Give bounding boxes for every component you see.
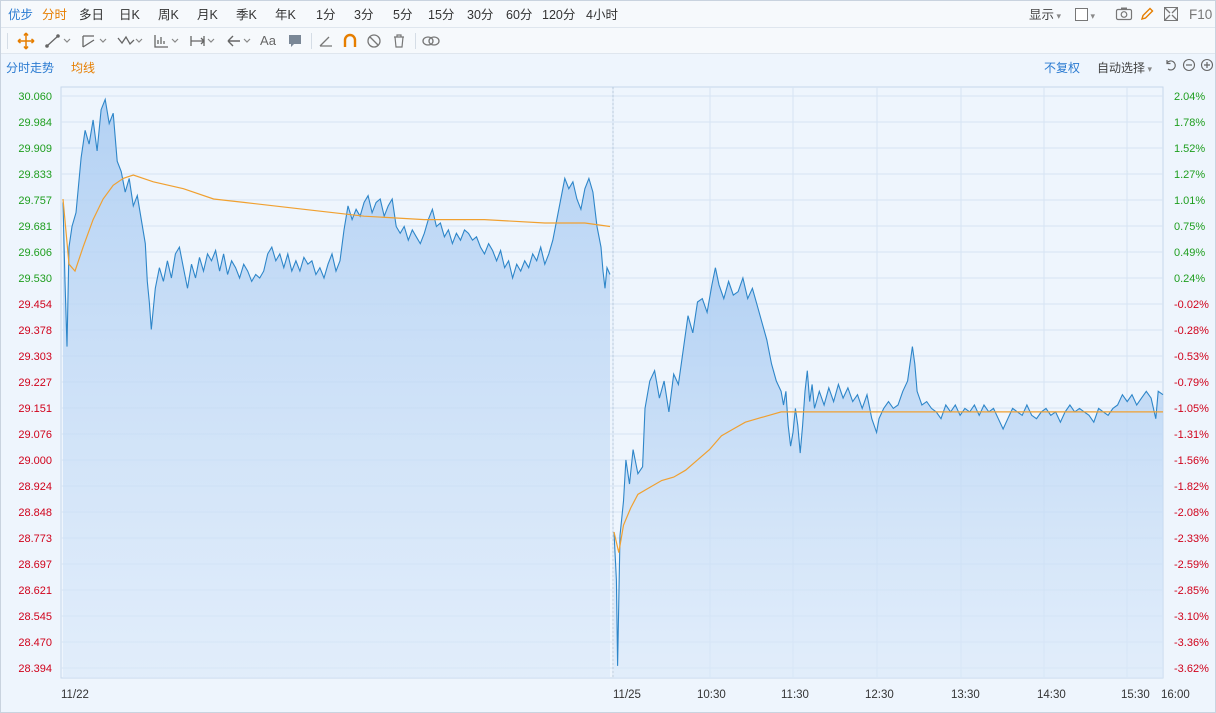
price-tick: 28.697 [18, 559, 52, 571]
price-tick: 29.984 [18, 117, 52, 129]
percent-tick: 1.01% [1174, 195, 1205, 207]
time-tick: 15:30 [1121, 689, 1150, 701]
price-axis: 30.060 29.984 29.909 29.833 29.757 29.681 29.6… [18, 91, 52, 675]
time-tick: 12:30 [865, 689, 894, 701]
percent-tick: 0.75% [1174, 221, 1205, 233]
price-tick: 29.909 [18, 143, 52, 155]
time-tick: 14:30 [1037, 689, 1066, 701]
percent-tick: -2.85% [1174, 585, 1209, 597]
price-tick: 28.924 [18, 481, 52, 493]
percent-tick: 2.04% [1174, 91, 1205, 103]
price-tick: 29.757 [18, 195, 52, 207]
percent-axis: 2.04% 1.78% 1.52% 1.27% 1.01% 0.75% 0.49% 0.24%… [1174, 91, 1209, 675]
price-tick: 28.545 [18, 611, 52, 623]
percent-tick: -0.79% [1174, 377, 1209, 389]
percent-tick: 1.52% [1174, 143, 1205, 155]
time-tick: 11/25 [613, 689, 641, 701]
price-tick: 29.000 [18, 455, 52, 467]
price-tick: 29.076 [18, 429, 52, 441]
percent-tick: -3.10% [1174, 611, 1209, 623]
percent-tick: 1.27% [1174, 169, 1205, 181]
price-tick: 28.394 [18, 663, 52, 675]
percent-tick: -1.56% [1174, 455, 1209, 467]
percent-tick: -2.59% [1174, 559, 1209, 571]
price-tick: 28.773 [18, 533, 52, 545]
intraday-chart[interactable]: 30.060 29.984 29.909 29.833 29.757 29.681 29.6… [1, 1, 1215, 712]
time-tick: 13:30 [951, 689, 980, 701]
price-tick: 29.833 [18, 169, 52, 181]
price-tick: 30.060 [18, 91, 52, 103]
price-tick: 29.530 [18, 273, 52, 285]
price-tick: 29.227 [18, 377, 52, 389]
percent-tick: -1.82% [1174, 481, 1209, 493]
percent-tick: -0.53% [1174, 351, 1209, 363]
time-tick: 11:30 [781, 689, 809, 701]
price-tick: 29.378 [18, 325, 52, 337]
percent-tick: -1.05% [1174, 403, 1209, 415]
time-tick: 16:00 [1161, 689, 1190, 701]
percent-tick: -1.31% [1174, 429, 1209, 441]
percent-tick: -3.36% [1174, 637, 1209, 649]
price-tick: 28.848 [18, 507, 52, 519]
price-tick: 29.454 [18, 299, 52, 311]
price-tick: 29.681 [18, 221, 52, 233]
price-tick: 29.303 [18, 351, 52, 363]
price-tick: 28.470 [18, 637, 52, 649]
time-tick: 10:30 [697, 689, 726, 701]
chart-window: 优步 分时 多日 日K 周K 月K 季K 年K 1分 3分 5分 15分 30分 60分 120分 4小时 显… [0, 0, 1216, 713]
percent-tick: -3.62% [1174, 663, 1209, 675]
percent-tick: 1.78% [1174, 117, 1205, 129]
time-tick: 11/22 [61, 689, 89, 701]
percent-tick: 0.49% [1174, 247, 1205, 259]
price-tick: 28.621 [18, 585, 52, 597]
percent-tick: 0.24% [1174, 273, 1205, 285]
percent-tick: -2.33% [1174, 533, 1209, 545]
price-tick: 29.151 [18, 403, 52, 415]
time-axis: 11/22 11/25 10:30 11:30 12:30 13:30 14:30 15:30… [61, 689, 1190, 701]
percent-tick: -2.08% [1174, 507, 1209, 519]
percent-tick: -0.02% [1174, 299, 1209, 311]
price-tick: 29.606 [18, 247, 52, 259]
percent-tick: -0.28% [1174, 325, 1209, 337]
